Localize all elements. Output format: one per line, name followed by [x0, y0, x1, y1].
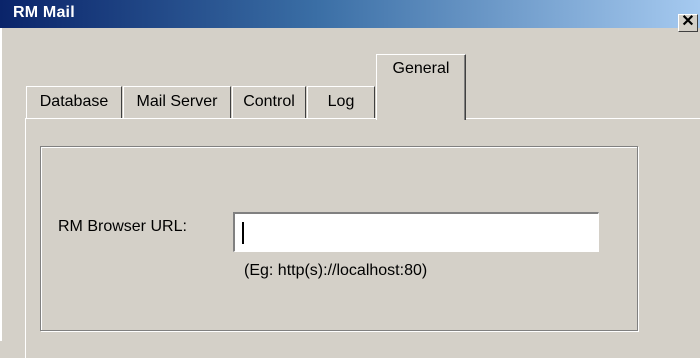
tab-log[interactable]: Log: [307, 86, 375, 118]
close-button[interactable]: ✕: [678, 14, 698, 32]
window-border-inner: [2, 28, 3, 341]
url-example-hint: (Eg: http(s)://localhost:80): [244, 262, 428, 279]
tab-label: General: [392, 60, 450, 77]
rm-browser-url-label: RM Browser URL:: [58, 218, 187, 235]
tab-mail-server[interactable]: Mail Server: [123, 86, 231, 118]
title-bar[interactable]: RM Mail: [0, 0, 700, 28]
tab-label: Control: [243, 93, 295, 110]
close-icon: ✕: [681, 13, 695, 30]
rm-browser-url-input[interactable]: [233, 212, 599, 252]
tab-database[interactable]: Database: [26, 86, 122, 118]
window-title: RM Mail: [13, 4, 75, 21]
tab-general[interactable]: General: [376, 54, 466, 120]
tab-control[interactable]: Control: [232, 86, 306, 118]
text-caret: [242, 222, 244, 244]
tab-label: Log: [327, 93, 355, 110]
tab-label: Database: [39, 93, 109, 110]
tab-label: Mail Server: [136, 93, 218, 110]
